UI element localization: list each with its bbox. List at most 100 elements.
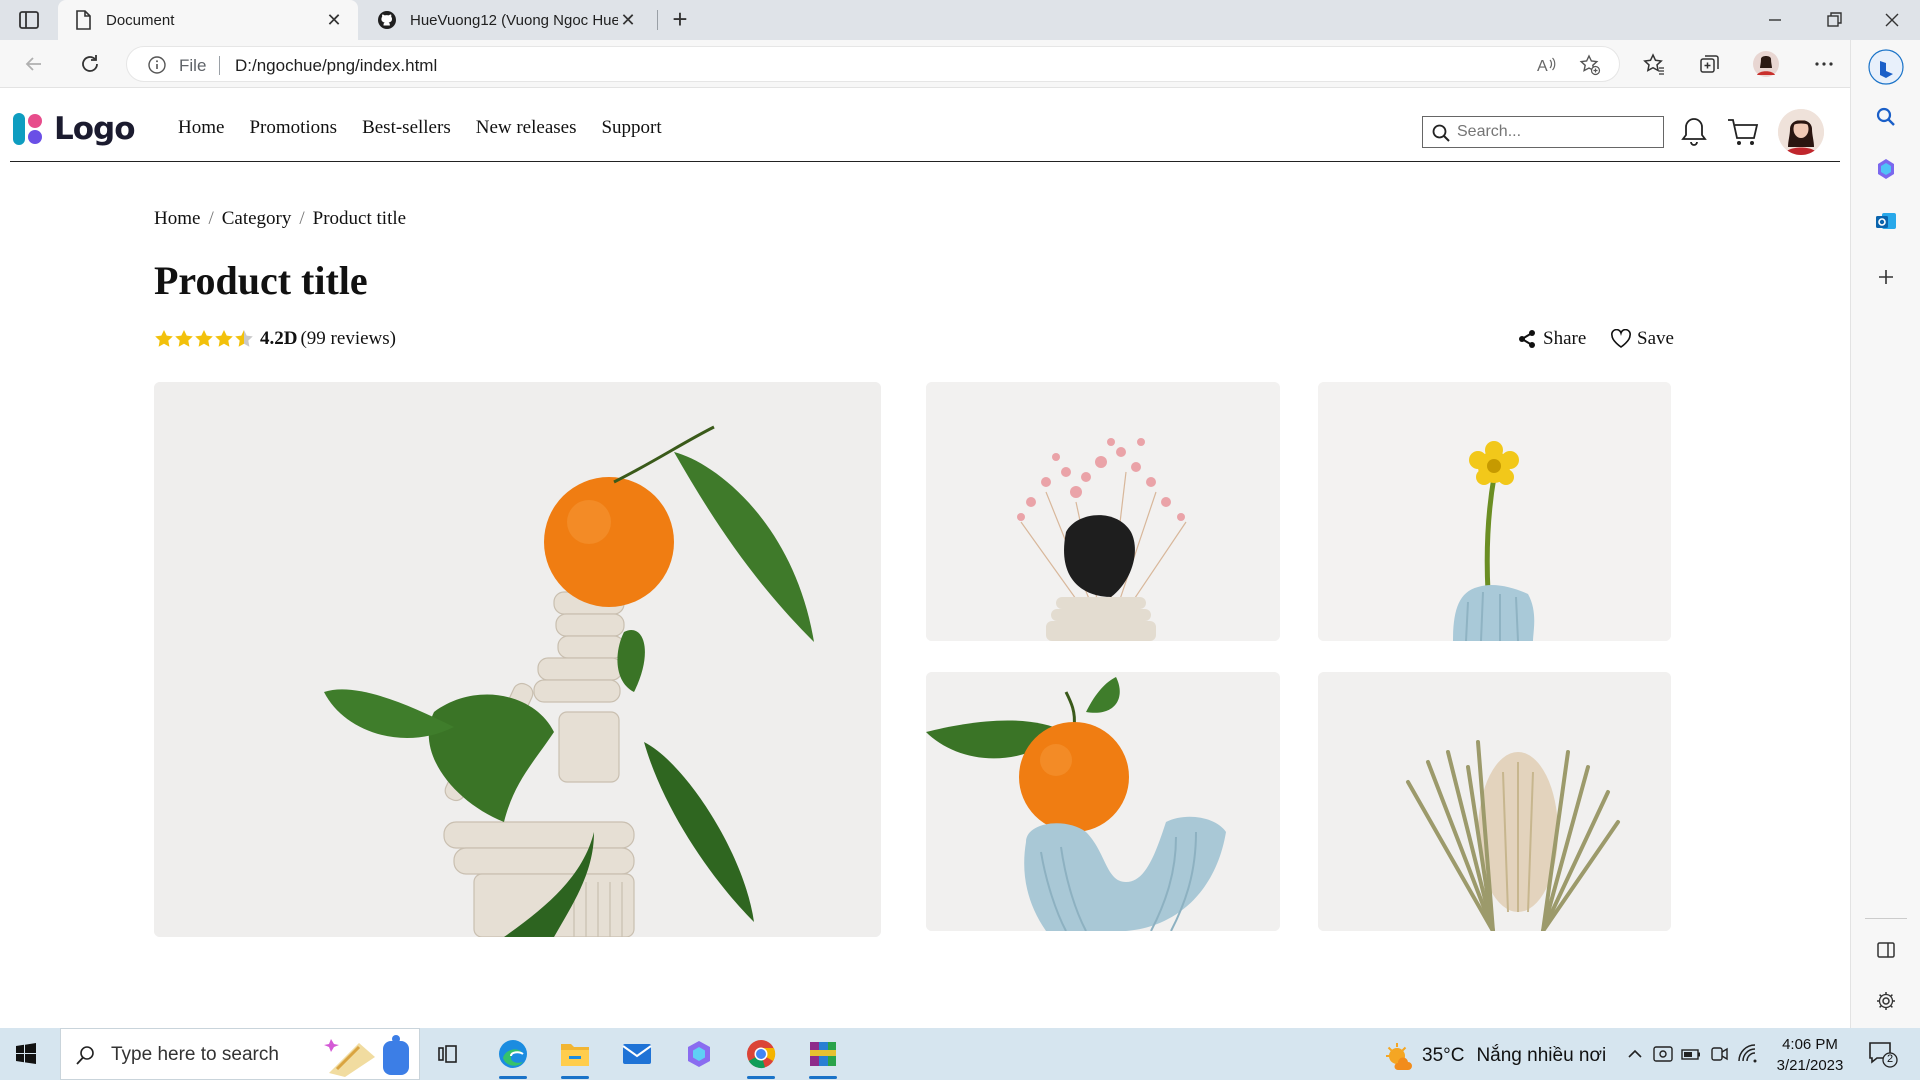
close-window-icon[interactable] — [1880, 8, 1904, 32]
product-thumbnail-2[interactable] — [1318, 382, 1671, 641]
search-icon — [75, 1044, 97, 1066]
settings-gear-icon[interactable] — [1873, 988, 1899, 1014]
document-icon — [72, 9, 94, 31]
copilot-app-icon[interactable] — [679, 1034, 719, 1074]
winrar-app-icon[interactable] — [803, 1034, 843, 1079]
more-menu-icon[interactable] — [1810, 50, 1838, 78]
search-input[interactable] — [1457, 121, 1657, 143]
product-rating: 4.2D (99 reviews) — [154, 328, 396, 350]
restore-icon[interactable] — [1822, 8, 1846, 32]
site-logo[interactable]: Logo — [12, 111, 136, 147]
site-search — [1422, 116, 1664, 148]
outlook-icon[interactable] — [1873, 208, 1899, 234]
main-nav: Home Promotions Best-sellers New release… — [178, 117, 687, 139]
product-title: Product title — [154, 258, 368, 303]
minimize-icon[interactable] — [1763, 8, 1787, 32]
windows-taskbar: Type here to search 35°C Nắng nhiều nơi … — [0, 1028, 1920, 1080]
edge-app-icon[interactable] — [493, 1034, 533, 1079]
nav-home[interactable]: Home — [178, 117, 224, 139]
banksia-image — [1318, 672, 1671, 931]
collections-icon[interactable] — [1696, 50, 1724, 78]
clock-time: 4:06 PM — [1782, 1036, 1838, 1053]
share-label: Share — [1543, 328, 1587, 349]
battery-icon[interactable] — [1680, 1043, 1702, 1065]
product-thumbnail-1[interactable] — [926, 382, 1280, 641]
url-scheme: File — [179, 56, 207, 75]
search-highlight-art-icon — [323, 1033, 417, 1079]
save-label: Save — [1637, 328, 1674, 349]
system-clock[interactable]: 4:06 PM 3/21/2023 — [1770, 1034, 1850, 1076]
camera-icon[interactable] — [1708, 1043, 1730, 1065]
taskbar-search[interactable]: Type here to search — [60, 1028, 420, 1080]
logo-text: Logo — [54, 111, 136, 147]
weather-widget[interactable]: 35°C Nắng nhiều nơi — [1384, 1041, 1606, 1071]
weather-temperature: 35°C — [1422, 1045, 1465, 1066]
orange-blue-image — [926, 672, 1280, 931]
weather-condition: Nắng nhiều nơi — [1476, 1045, 1607, 1066]
notification-center-icon[interactable]: 2 — [1868, 1040, 1898, 1068]
heart-icon — [1610, 328, 1632, 350]
review-count[interactable]: (99 reviews) — [300, 328, 396, 350]
search-icon[interactable] — [1873, 104, 1899, 130]
url-divider — [219, 56, 220, 75]
address-field[interactable]: File D:/ngochue/png/index.html A — [126, 46, 1620, 82]
gypsophila-image — [926, 382, 1280, 641]
star-full-icon — [215, 330, 233, 347]
nav-support[interactable]: Support — [601, 117, 661, 139]
site-info-icon[interactable] — [147, 55, 167, 75]
nav-new-releases[interactable]: New releases — [476, 117, 577, 139]
show-hidden-icons-icon[interactable] — [1624, 1043, 1646, 1065]
read-aloud-icon[interactable]: A — [1535, 54, 1557, 76]
url-text[interactable]: D:/ngochue/png/index.html — [235, 56, 437, 76]
tab-actions-icon[interactable] — [18, 10, 40, 30]
add-sidebar-app-icon[interactable] — [1873, 264, 1899, 290]
nav-promotions[interactable]: Promotions — [249, 117, 337, 139]
chrome-app-icon[interactable] — [741, 1034, 781, 1079]
browser-tab-github[interactable]: HueVuong12 (Vuong Ngoc Hue) ✕ — [362, 0, 652, 40]
product-thumbnail-3[interactable] — [926, 672, 1280, 931]
star-full-icon — [155, 330, 173, 347]
save-button[interactable]: Save — [1610, 328, 1674, 350]
add-favorite-icon[interactable] — [1579, 54, 1601, 76]
meet-now-icon[interactable] — [1652, 1043, 1674, 1065]
product-thumbnail-4[interactable] — [1318, 672, 1671, 931]
star-full-icon — [175, 330, 193, 347]
notification-bell-icon[interactable] — [1677, 115, 1711, 149]
wifi-icon[interactable] — [1736, 1043, 1758, 1065]
sidebar-divider — [1865, 918, 1907, 919]
breadcrumb-home[interactable]: Home — [154, 208, 200, 230]
taskbar-search-placeholder: Type here to search — [111, 1044, 279, 1065]
new-tab-button[interactable]: + — [668, 6, 692, 32]
breadcrumb: Home / Category / Product title — [154, 208, 406, 230]
refresh-icon[interactable] — [76, 50, 104, 78]
cart-icon[interactable] — [1726, 115, 1760, 149]
breadcrumb-category[interactable]: Category — [222, 208, 292, 230]
task-view-icon[interactable] — [428, 1034, 468, 1074]
breadcrumb-separator: / — [299, 208, 305, 229]
bing-chat-icon[interactable] — [1867, 48, 1905, 86]
browser-address-bar: File D:/ngochue/png/index.html A — [0, 40, 1920, 88]
favorites-icon[interactable] — [1640, 50, 1668, 78]
copilot-icon[interactable] — [1873, 156, 1899, 182]
profile-avatar-icon[interactable] — [1752, 50, 1780, 78]
logo-mark-icon — [12, 112, 46, 146]
back-icon[interactable] — [20, 50, 48, 78]
windows-start-icon[interactable] — [14, 1042, 38, 1066]
breadcrumb-current: Product title — [312, 208, 407, 229]
close-tab-icon[interactable]: ✕ — [618, 10, 638, 30]
rating-value: 4.2D — [260, 328, 298, 349]
close-tab-icon[interactable]: ✕ — [324, 10, 344, 30]
tab-divider — [657, 10, 658, 30]
product-image-main[interactable] — [154, 382, 881, 937]
nav-best-sellers[interactable]: Best-sellers — [362, 117, 451, 139]
browser-tab-bar: Document ✕ HueVuong12 (Vuong Ngoc Hue) ✕… — [0, 0, 1920, 40]
browser-tab-document[interactable]: Document ✕ — [58, 0, 358, 40]
file-explorer-icon[interactable] — [555, 1034, 595, 1079]
user-avatar[interactable] — [1778, 109, 1824, 155]
share-button[interactable]: Share — [1516, 328, 1586, 350]
split-screen-icon[interactable] — [1873, 937, 1899, 963]
svg-text:A: A — [1537, 58, 1548, 75]
rating-stars — [154, 329, 254, 349]
mail-icon[interactable] — [617, 1034, 657, 1074]
notification-count: 2 — [1886, 1053, 1894, 1065]
